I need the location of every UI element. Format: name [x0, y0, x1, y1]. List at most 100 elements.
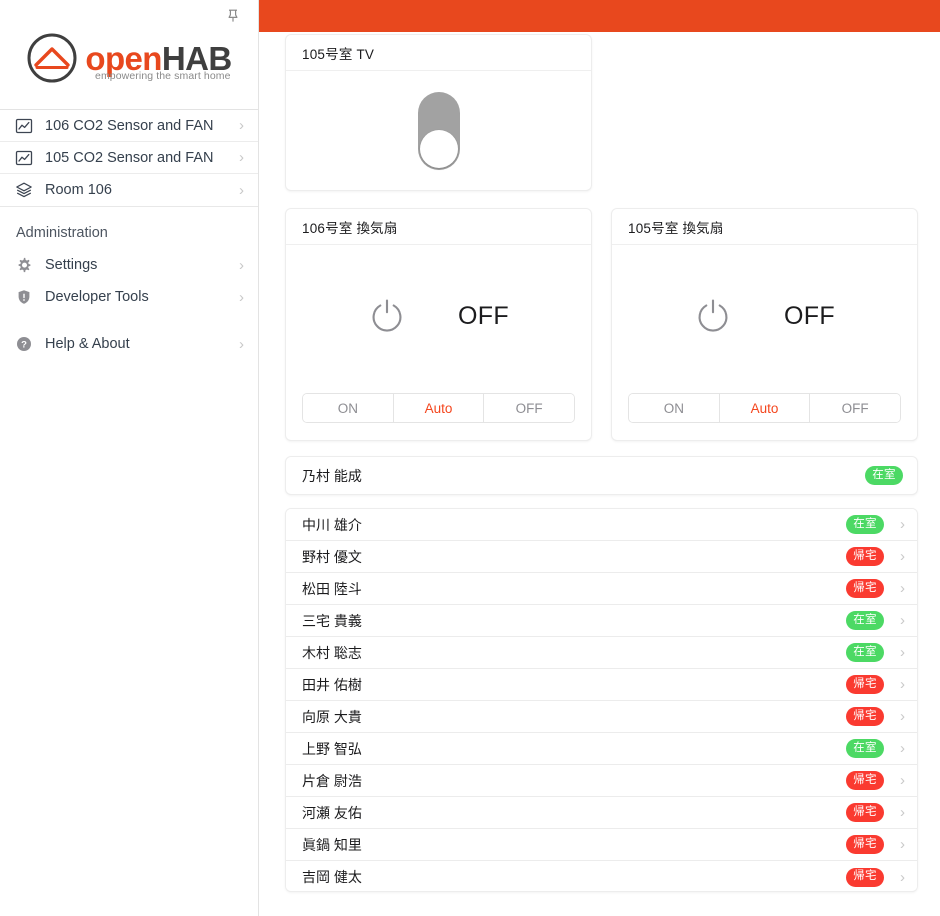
- person-name: 三宅 貴義: [302, 612, 362, 629]
- person-row[interactable]: 三宅 貴義 在室 ›: [286, 605, 917, 637]
- sidebar-item-room-106[interactable]: Room 106 ›: [0, 174, 258, 206]
- chevron-right-icon: ›: [239, 256, 244, 274]
- status-badge: 在室: [846, 515, 884, 534]
- person-name: 木村 聡志: [302, 644, 362, 661]
- sidebar-pages-list: 106 CO2 Sensor and FAN › 105 CO2 Sensor …: [0, 110, 258, 207]
- status-badge: 帰宅: [846, 707, 884, 726]
- person-row[interactable]: 上野 智弘 在室 ›: [286, 733, 917, 765]
- person-name: 片倉 尉浩: [302, 772, 362, 789]
- sidebar-item-settings[interactable]: Settings ›: [0, 249, 258, 281]
- chevron-right-icon: ›: [900, 804, 905, 821]
- fan-state-text: OFF: [784, 301, 835, 330]
- card-person-featured: 乃村 能成 在室: [285, 456, 918, 495]
- fan-mode-on-button[interactable]: ON: [303, 394, 394, 422]
- chevron-right-icon: ›: [239, 181, 244, 199]
- chart-frame-icon: [14, 116, 34, 136]
- chart-frame-icon: [14, 148, 34, 168]
- person-row[interactable]: 片倉 尉浩 帰宅 ›: [286, 765, 917, 797]
- person-name: 野村 優文: [302, 548, 362, 565]
- chevron-right-icon: ›: [239, 288, 244, 306]
- fan-mode-off-button[interactable]: OFF: [484, 394, 574, 422]
- main-content: 105号室 TV 106号室 換気扇 OFF ON Auto OFF 105号室…: [259, 0, 940, 916]
- person-name: 松田 陸斗: [302, 580, 362, 597]
- chevron-right-icon: ›: [239, 335, 244, 353]
- power-icon[interactable]: [368, 297, 406, 335]
- sidebar-item-developer-tools[interactable]: Developer Tools ›: [0, 281, 258, 313]
- fan-mode-auto-button[interactable]: Auto: [393, 394, 485, 422]
- fan-mode-off-button[interactable]: OFF: [810, 394, 900, 422]
- chevron-right-icon: ›: [900, 740, 905, 757]
- tv-power-toggle[interactable]: [417, 92, 460, 170]
- sidebar: openHAB empowering the smart home 106 CO…: [0, 0, 259, 916]
- fan-state-row: OFF: [612, 245, 917, 335]
- chevron-right-icon: ›: [900, 708, 905, 725]
- fan-state-text: OFF: [458, 301, 509, 330]
- administration-section-title: Administration: [16, 225, 108, 241]
- person-row[interactable]: 野村 優文 帰宅 ›: [286, 541, 917, 573]
- chevron-right-icon: ›: [900, 772, 905, 789]
- card-title: 105号室 換気扇: [612, 209, 917, 245]
- brand-logo: openHAB empowering the smart home: [0, 0, 258, 110]
- person-row[interactable]: 田井 佑樹 帰宅 ›: [286, 669, 917, 701]
- pin-icon: [228, 9, 238, 22]
- chevron-right-icon: ›: [900, 868, 905, 886]
- card-fan-105: 105号室 換気扇 OFF ON Auto OFF: [611, 208, 918, 441]
- sidebar-item-help-and-about[interactable]: ? Help & About ›: [0, 328, 258, 360]
- chevron-right-icon: ›: [239, 149, 244, 166]
- status-badge: 帰宅: [846, 803, 884, 822]
- sidebar-item-label: Settings: [45, 257, 98, 273]
- person-name: 吉岡 健太: [302, 869, 362, 885]
- status-badge: 帰宅: [846, 835, 884, 854]
- fan-mode-auto-button[interactable]: Auto: [719, 394, 811, 422]
- person-name: 中川 雄介: [302, 516, 362, 533]
- person-row[interactable]: 眞鍋 知里 帰宅 ›: [286, 829, 917, 861]
- card-title: 105号室 TV: [286, 35, 591, 71]
- chevron-right-icon: ›: [900, 580, 905, 597]
- gear-icon: [14, 255, 34, 275]
- sidebar-item-label: Developer Tools: [45, 289, 149, 305]
- person-row[interactable]: 吉岡 健太 帰宅 ›: [286, 861, 917, 891]
- fan-card-body: OFF ON Auto OFF: [612, 245, 917, 440]
- person-row[interactable]: 中川 雄介 在室 ›: [286, 509, 917, 541]
- status-badge: 在室: [846, 739, 884, 758]
- fan-card-body: OFF ON Auto OFF: [286, 245, 591, 440]
- toggle-knob: [419, 130, 458, 168]
- card-tv: 105号室 TV: [285, 34, 592, 191]
- pin-sidebar-button[interactable]: [222, 5, 244, 27]
- tv-card-body: [286, 71, 591, 191]
- layers-icon: [14, 180, 34, 200]
- card-fan-106: 106号室 換気扇 OFF ON Auto OFF: [285, 208, 592, 441]
- chevron-right-icon: ›: [900, 516, 905, 533]
- status-badge: 在室: [846, 643, 884, 662]
- sidebar-item-106-co2-sensor-and-fan[interactable]: 106 CO2 Sensor and FAN ›: [0, 110, 258, 142]
- person-row[interactable]: 河瀬 友佑 帰宅 ›: [286, 797, 917, 829]
- person-name: 向原 大貴: [302, 708, 362, 725]
- person-rows-container: 中川 雄介 在室 › 野村 優文 帰宅 › 松田 陸斗 帰宅 › 三宅 貴義 在室 › 木村 聡志 在室 ›…: [286, 509, 917, 891]
- sidebar-item-label: 106 CO2 Sensor and FAN: [45, 117, 214, 134]
- chevron-right-icon: ›: [900, 644, 905, 661]
- person-row[interactable]: 木村 聡志 在室 ›: [286, 637, 917, 669]
- chevron-right-icon: ›: [239, 117, 244, 134]
- status-badge: 在室: [865, 466, 903, 485]
- chevron-right-icon: ›: [900, 548, 905, 565]
- card-title: 106号室 換気扇: [286, 209, 591, 245]
- question-circle-icon: ?: [14, 334, 34, 354]
- card-person-list: 中川 雄介 在室 › 野村 優文 帰宅 › 松田 陸斗 帰宅 › 三宅 貴義 在室 › 木村 聡志 在室 ›…: [285, 508, 918, 892]
- sidebar-item-label: Help & About: [45, 336, 130, 352]
- sidebar-item-label: 105 CO2 Sensor and FAN: [45, 149, 214, 166]
- svg-text:?: ?: [21, 340, 27, 351]
- fan-mode-segmented-control: ON Auto OFF: [628, 393, 901, 423]
- status-badge: 帰宅: [846, 771, 884, 790]
- sidebar-item-label: Room 106: [45, 182, 112, 198]
- fan-state-row: OFF: [286, 245, 591, 335]
- fan-mode-on-button[interactable]: ON: [629, 394, 720, 422]
- person-row[interactable]: 松田 陸斗 帰宅 ›: [286, 573, 917, 605]
- status-badge: 在室: [846, 611, 884, 630]
- power-icon[interactable]: [694, 297, 732, 335]
- person-row[interactable]: 向原 大貴 帰宅 ›: [286, 701, 917, 733]
- person-name: 河瀬 友佑: [302, 804, 362, 821]
- chevron-right-icon: ›: [900, 676, 905, 693]
- status-badge: 帰宅: [846, 547, 884, 566]
- person-name: 田井 佑樹: [302, 676, 362, 693]
- sidebar-item-105-co2-sensor-and-fan[interactable]: 105 CO2 Sensor and FAN ›: [0, 142, 258, 174]
